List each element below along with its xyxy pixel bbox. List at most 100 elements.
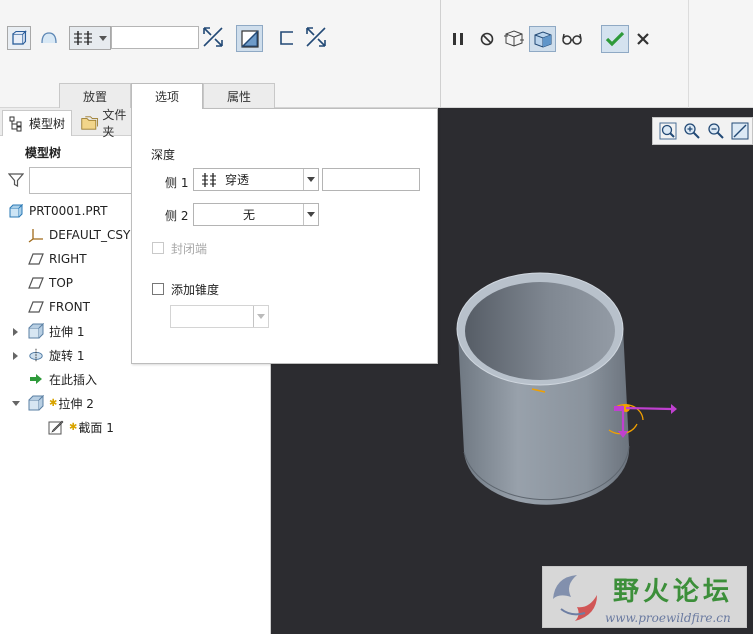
ok-button[interactable] <box>601 25 629 53</box>
side2-depth-value: 无 <box>242 208 255 222</box>
extrude-dashboard: 放置 选项 属性 <box>0 0 753 109</box>
preview-verify-button[interactable] <box>529 26 556 52</box>
close-icon <box>637 33 649 45</box>
toolbar-divider <box>440 0 441 108</box>
side1-depth-select[interactable]: 穿透 <box>193 168 319 191</box>
depth-value-input[interactable] <box>111 26 199 49</box>
flip-depth-direction-button[interactable] <box>201 25 225 49</box>
refit-icon[interactable] <box>731 122 749 140</box>
surface-icon <box>41 32 57 44</box>
glasses-icon <box>562 33 582 45</box>
tree-item-extrude-1[interactable]: 拉伸 1 <box>28 320 84 342</box>
datum-plane-icon <box>28 275 44 291</box>
zoom-in-icon[interactable] <box>683 122 701 140</box>
chevron-down-icon[interactable] <box>303 169 318 190</box>
side2-depth-select[interactable]: 无 <box>193 203 319 226</box>
verify-glasses-button[interactable] <box>560 27 584 51</box>
new-feature-star-icon: ✱ <box>69 421 78 433</box>
tab-model-tree-label: 模型树 <box>29 117 66 131</box>
filter-icon[interactable] <box>8 172 24 188</box>
flip-direction-icon <box>306 27 326 47</box>
flip-material-side-button[interactable] <box>304 25 328 49</box>
taper-angle-select[interactable] <box>170 305 269 328</box>
expand-toggle[interactable] <box>13 352 18 360</box>
add-taper-label: 添加锥度 <box>171 283 220 297</box>
zoom-fit-icon[interactable] <box>659 122 677 140</box>
surface-button[interactable] <box>37 26 61 50</box>
tree-item-right-plane[interactable]: RIGHT <box>28 248 87 270</box>
tab-properties[interactable]: 属性 <box>203 83 275 108</box>
preview-wireframe-icon <box>504 30 524 47</box>
tree-item-csys[interactable]: DEFAULT_CSYS <box>28 224 138 246</box>
no-preview-button[interactable] <box>475 27 499 51</box>
tab-model-tree[interactable]: 模型树 <box>2 110 72 136</box>
checkmark-icon <box>605 31 625 47</box>
tree-item-label: 拉伸 2 <box>58 396 94 411</box>
tree-item-label: 旋转 1 <box>49 348 85 363</box>
flame-logo-icon <box>553 575 597 621</box>
remove-material-icon <box>240 29 259 48</box>
model-tree-title: 模型树 <box>25 146 62 160</box>
thicken-sketch-button[interactable] <box>275 26 299 50</box>
pause-icon <box>453 33 463 45</box>
tree-item-section-1[interactable]: ✱ 截面 1 <box>48 416 114 438</box>
forum-watermark: 野火论坛 www.proewildfire.cn <box>542 566 747 628</box>
side1-label: 侧 1 <box>165 176 189 190</box>
datum-plane-icon <box>28 299 44 315</box>
csys-icon <box>28 227 44 243</box>
tree-item-revolve-1[interactable]: 旋转 1 <box>28 344 84 366</box>
chevron-down-icon[interactable] <box>253 306 268 327</box>
sketch-icon <box>48 419 64 435</box>
side1-depth-value: 穿透 <box>225 173 250 187</box>
tree-item-label: 在此插入 <box>49 372 98 387</box>
chevron-down-icon[interactable] <box>303 204 318 225</box>
cancel-button[interactable] <box>631 27 655 51</box>
remove-material-button[interactable] <box>236 25 263 52</box>
tree-item-top-plane[interactable]: TOP <box>28 272 73 294</box>
watermark-url: www.proewildfire.cn <box>605 611 731 625</box>
expand-toggle[interactable] <box>13 328 18 336</box>
preview-separate-button[interactable] <box>502 26 526 50</box>
tree-item-extrude-2[interactable]: ✱ 拉伸 2 <box>28 392 94 414</box>
solid-button[interactable] <box>7 26 31 50</box>
options-panel: 深度 侧 1 穿透 侧 2 无 封闭端 添加锥度 <box>131 108 438 364</box>
tree-item-label: DEFAULT_CSYS <box>49 228 138 242</box>
insert-here-icon <box>28 371 44 387</box>
tree-item-part[interactable]: PRT0001.PRT <box>8 200 107 222</box>
capped-ends-label: 封闭端 <box>171 242 208 256</box>
view-toolbar <box>652 117 753 145</box>
tab-folder-browser-label: 文件夹 <box>102 108 127 139</box>
tree-item-label: 截面 1 <box>78 420 114 435</box>
datum-plane-icon <box>28 251 44 267</box>
tree-item-label: RIGHT <box>49 252 87 266</box>
side2-label: 侧 2 <box>165 209 189 223</box>
preview-solid-icon <box>534 31 551 48</box>
tab-placement[interactable]: 放置 <box>59 83 131 108</box>
zoom-out-icon[interactable] <box>707 122 725 140</box>
tree-item-front-plane[interactable]: FRONT <box>28 296 90 318</box>
depth-type-dropdown[interactable] <box>69 26 111 50</box>
model-tree-icon <box>9 116 22 131</box>
tree-item-label: FRONT <box>49 300 90 314</box>
through-all-icon <box>202 172 216 187</box>
add-taper-checkbox[interactable] <box>152 283 164 295</box>
tree-item-insert-here[interactable]: 在此插入 <box>28 368 97 390</box>
capped-ends-checkbox[interactable] <box>152 242 164 254</box>
pause-button[interactable] <box>446 27 470 51</box>
dashboard-tabs: 放置 选项 属性 <box>59 83 275 109</box>
depth-heading: 深度 <box>151 148 176 162</box>
thicken-icon <box>280 31 293 45</box>
tab-options[interactable]: 选项 <box>131 83 203 109</box>
through-all-icon <box>74 31 92 45</box>
revolve-icon <box>28 347 44 363</box>
tab-folder-browser[interactable]: 文件夹 <box>74 108 134 139</box>
no-preview-icon <box>480 32 494 46</box>
side1-depth-input[interactable] <box>322 168 420 191</box>
folder-icon <box>81 116 99 130</box>
tree-item-label: 拉伸 1 <box>49 324 85 339</box>
new-feature-star-icon: ✱ <box>49 397 58 409</box>
extrude-icon <box>28 323 44 339</box>
collapse-toggle[interactable] <box>12 401 20 406</box>
watermark-title: 野火论坛 <box>613 577 734 607</box>
part-icon <box>8 203 24 219</box>
